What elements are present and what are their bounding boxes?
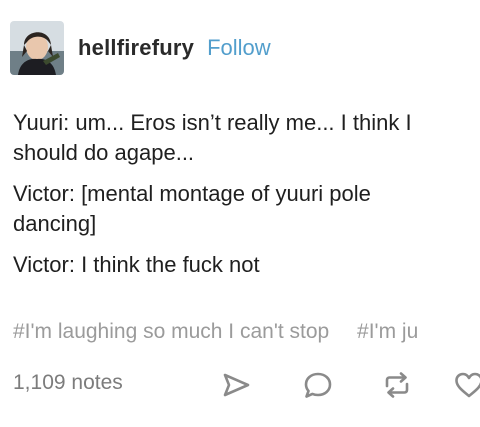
follow-button[interactable]: Follow [207,35,271,61]
post-header: hellfirefury Follow [10,21,271,75]
avatar-image [10,21,64,75]
share-icon [223,373,250,397]
avatar[interactable] [10,21,64,75]
post-footer: 1,109 notes [13,369,480,403]
dialogue-line-3: Victor: I think the fuck not [13,250,480,280]
reply-icon [304,372,332,398]
post-body: Yuuri: um... Eros isn’t really me... I t… [13,108,480,291]
body-line: Victor: [mental montage of yuuri pole [13,181,371,206]
body-line: Victor: I think the fuck not [13,252,260,277]
tag-link[interactable]: #I'm laughing so much I can't stop [13,320,329,343]
dialogue-line-1: Yuuri: um... Eros isn’t really me... I t… [13,108,480,168]
share-button[interactable] [220,369,252,401]
tag-link[interactable]: #I'm ju [357,320,418,343]
heart-icon [455,372,480,398]
body-line: dancing] [13,211,97,236]
reblog-icon [385,372,409,398]
tumblr-post: hellfirefury Follow Yuuri: um... Eros is… [0,0,480,427]
reblog-button[interactable] [381,369,413,401]
username[interactable]: hellfirefury [78,35,194,61]
dialogue-line-2: Victor: [mental montage of yuuri pole da… [13,179,480,239]
reply-button[interactable] [302,369,334,401]
like-button[interactable] [453,369,480,401]
body-line: Yuuri: um... Eros isn’t really me... I t… [13,110,412,135]
post-tags: #I'm laughing so much I can't stop #I'm … [13,320,440,344]
notes-count[interactable]: 1,109 notes [13,371,123,395]
body-line: should do agape... [13,140,195,165]
